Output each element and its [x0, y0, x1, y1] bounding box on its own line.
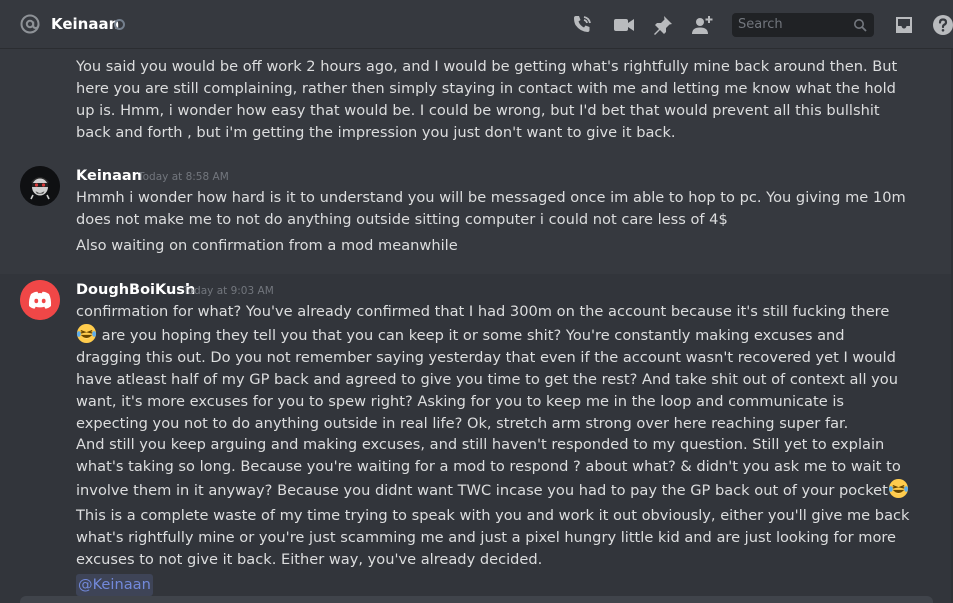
message-list[interactable]: You said you would be off work 2 hours a…: [0, 49, 953, 603]
username[interactable]: Keinaan: [76, 166, 142, 186]
message-group: Keinaan Today at 8:58 AM Hmmh i wonder h…: [0, 157, 953, 257]
status-dot: [114, 19, 125, 30]
message-group: You said you would be off work 2 hours a…: [0, 49, 953, 149]
message-group: DoughBoiKush Today at 9:03 AM confirmati…: [0, 274, 953, 603]
add-user-icon[interactable]: [690, 13, 714, 37]
message-content: This is a complete waste of my time tryi…: [76, 507, 910, 568]
pin-icon[interactable]: [651, 13, 675, 37]
avatar-image: [20, 166, 60, 206]
message-content: And still you keep arguing and making ex…: [76, 434, 914, 502]
message-text: are you hoping they tell you that you ca…: [76, 327, 898, 432]
message-content: You said you would be off work 2 hours a…: [76, 58, 898, 141]
message-content: Hmmh i wonder how hard is it to understa…: [76, 189, 906, 228]
message-input-edge[interactable]: [20, 596, 933, 603]
inbox-icon[interactable]: [892, 13, 916, 37]
message-text: confirmation for what? You've already co…: [76, 303, 890, 320]
avatar[interactable]: [20, 166, 60, 206]
user-mention[interactable]: @Keinaan: [76, 574, 153, 596]
laughing-tears-emoji: [76, 323, 97, 344]
phone-call-icon[interactable]: [570, 13, 594, 37]
help-icon[interactable]: [931, 13, 953, 37]
avatar[interactable]: [20, 280, 60, 320]
channel-header: Keinaan Search: [0, 0, 953, 49]
discord-logo-icon: [20, 280, 60, 320]
message-content: Also waiting on confirmation from a mod …: [76, 237, 458, 254]
timestamp: Today at 9:03 AM: [183, 285, 274, 297]
message-content: confirmation for what? You've already co…: [76, 301, 914, 435]
search-placeholder: Search: [738, 17, 783, 32]
search-input[interactable]: Search: [732, 13, 874, 37]
channel-name: Keinaan: [51, 15, 120, 33]
at-icon: [20, 14, 40, 34]
video-camera-icon[interactable]: [612, 13, 636, 37]
search-icon: [854, 19, 867, 32]
laughing-tears-emoji: [888, 478, 908, 499]
timestamp: Today at 8:58 AM: [138, 171, 229, 183]
message-text: And still you keep arguing and making ex…: [76, 436, 901, 499]
username[interactable]: DoughBoiKush: [76, 280, 195, 300]
